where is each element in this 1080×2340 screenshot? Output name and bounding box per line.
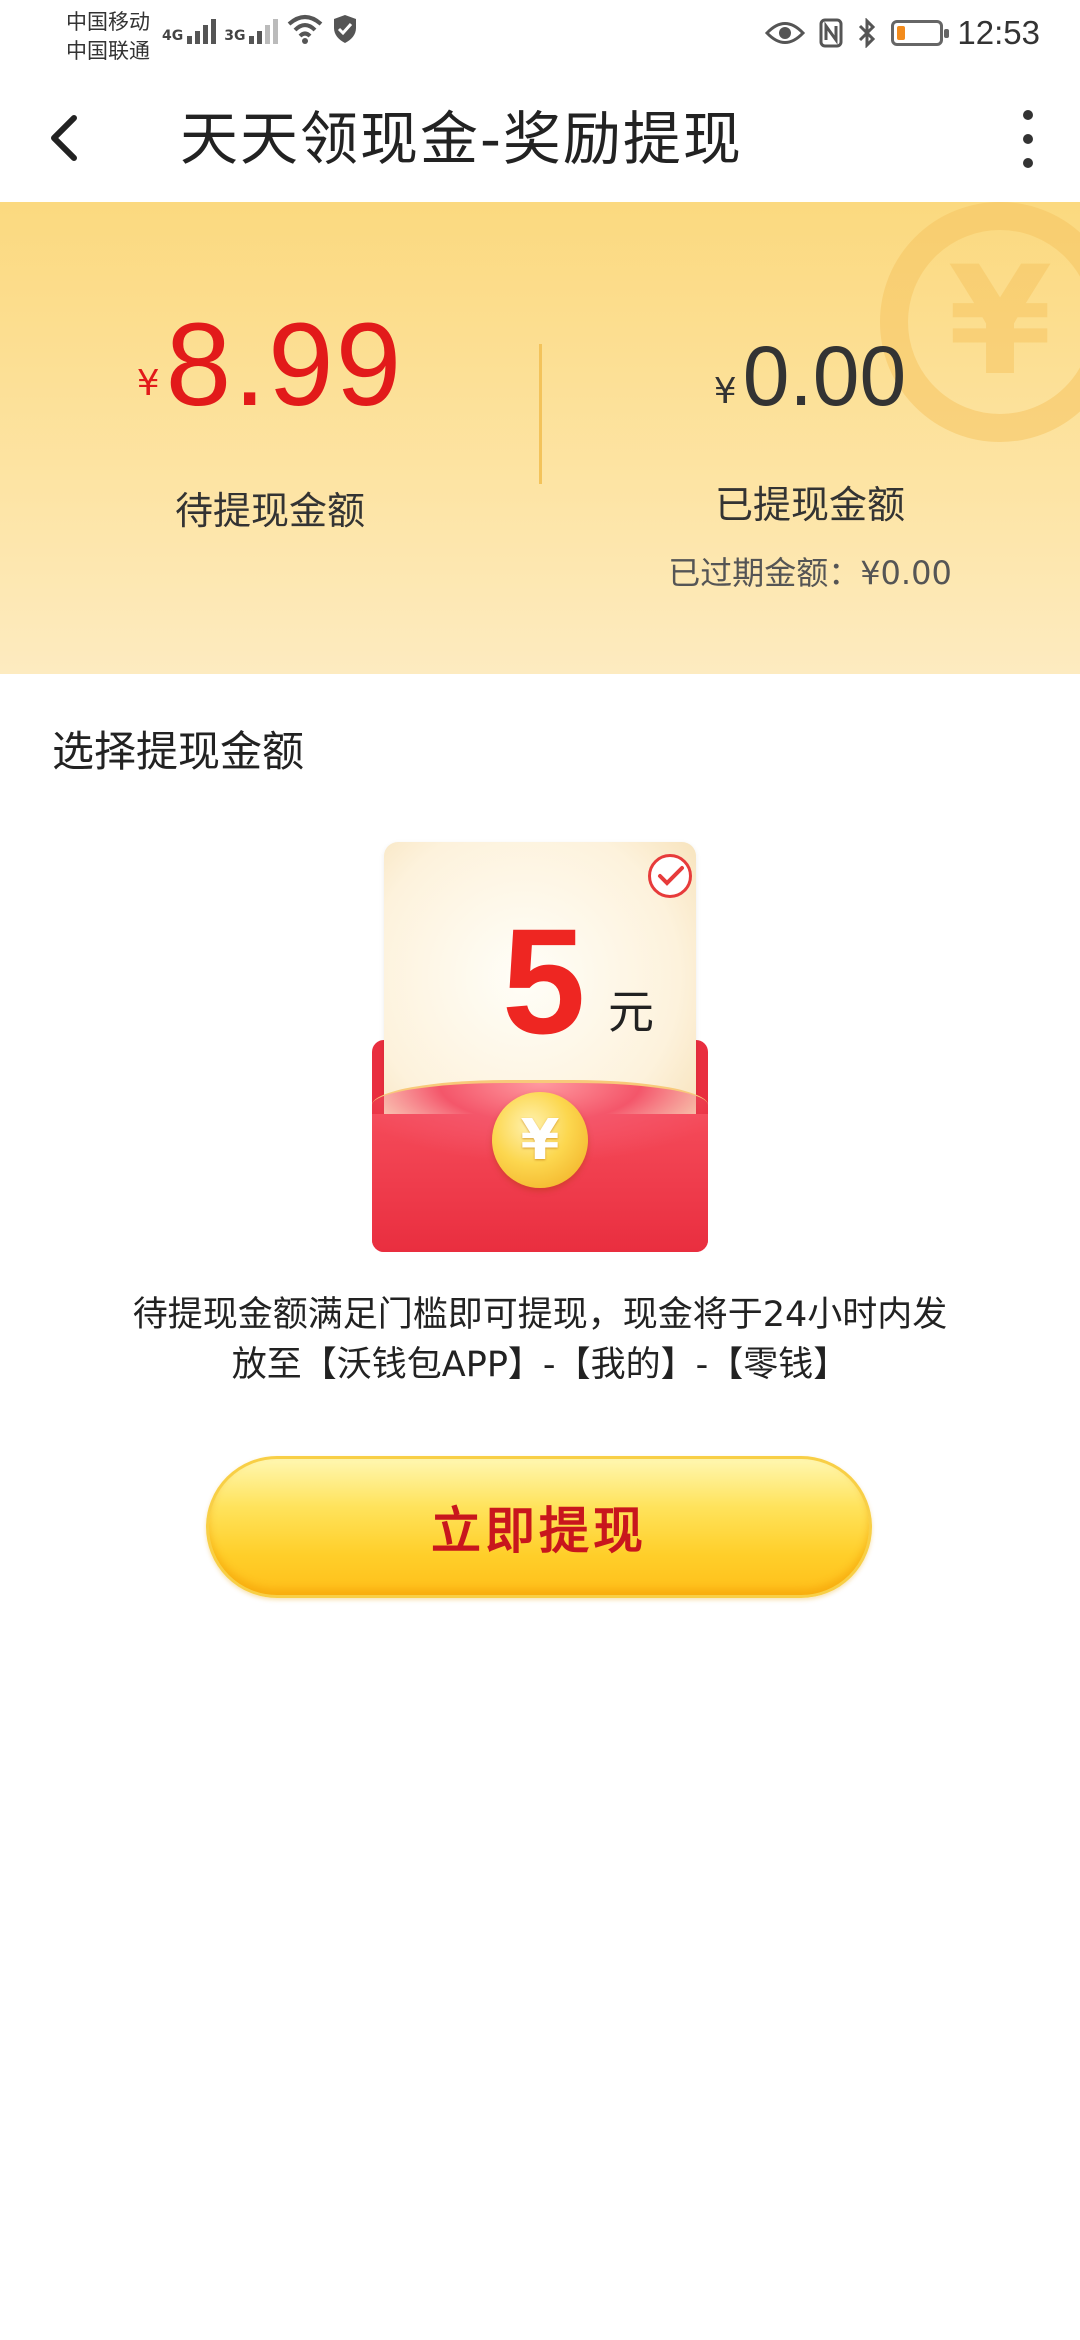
signal-group: 4G 3G [162,14,358,44]
clock: 12:53 [957,14,1040,51]
nav-bar: 天天领现金-奖励提现 [0,78,1080,202]
status-right: 12:53 [765,14,1040,52]
currency-symbol: ¥ [713,371,737,412]
more-dot-icon [1023,110,1033,120]
more-dot-icon [1023,134,1033,144]
yen-coin-icon: ¥ [492,1092,588,1188]
expired-amount-text: 已过期金额：¥0.00 [668,554,952,592]
page-title: 天天领现金-奖励提现 [180,105,743,173]
section-title: 选择提现金额 [52,727,305,776]
amount-unit: 元 [608,985,654,1039]
more-dot-icon [1023,158,1033,168]
amount-value: 5 [502,897,586,1065]
eye-icon [765,22,806,44]
shield-icon [334,15,357,43]
nfc-icon [819,18,843,48]
notice-line-2: 放至【沃钱包APP】-【我的】-【零钱】 [231,1345,849,1385]
carrier-info: 中国移动 中国联通 [66,8,150,66]
status-bar: 中国移动 中国联通 4G 3G 12:53 [0,0,1080,78]
signal-icon [187,14,217,44]
signal-icon [249,14,279,44]
pending-amount: 8.99 [165,299,404,431]
withdrawn-amount: 0.00 [742,329,907,423]
chevron-left-icon [51,115,77,161]
notice-line-1: 待提现金额满足门槛即可提现，现金将于24小时内发 [132,1295,948,1335]
amount-option-card[interactable]: 5 元 ¥ [372,842,708,1252]
carrier-1: 中国移动 [66,10,150,34]
currency-symbol: ¥ [136,363,160,404]
check-icon [648,854,692,898]
more-menu-button[interactable] [1006,106,1050,172]
network-type-1: 4G [162,28,184,44]
balance-card: ¥ ¥ 8.99 待提现金额 ¥ 0.00 已提现金额 已过期金额：¥0.00 [0,202,1080,674]
back-button[interactable] [40,108,100,168]
withdraw-notice: 待提现金额满足门槛即可提现，现金将于24小时内发 放至【沃钱包APP】-【我的】… [90,1290,990,1390]
wifi-icon [288,15,323,44]
network-type-2: 3G [224,28,246,44]
bluetooth-icon [859,18,876,48]
pending-label: 待提现金额 [174,489,365,533]
carrier-2: 中国联通 [66,39,150,63]
withdrawn-label: 已提现金额 [714,483,905,527]
withdraw-button[interactable]: 立即提现 [206,1456,872,1598]
battery-icon [891,20,950,46]
